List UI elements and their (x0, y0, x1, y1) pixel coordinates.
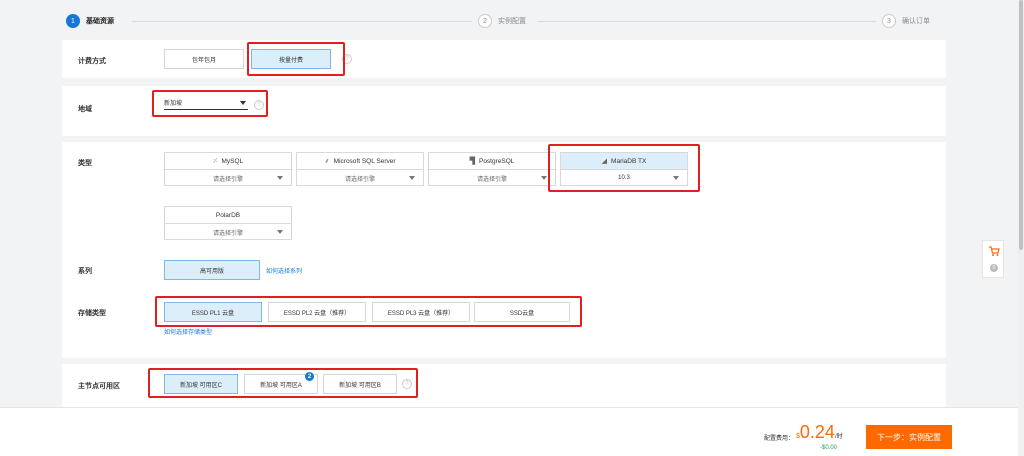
engine-card-polardb[interactable]: PolarDB 请选择引擎 (164, 206, 292, 240)
sqlserver-icon: ⸙ (324, 157, 330, 165)
step-1-number: 1 (66, 14, 80, 28)
series-label: 系列 (78, 268, 92, 275)
storage-help-link[interactable]: 如何选择存储类型 (164, 327, 212, 336)
region-label: 地域 (78, 106, 92, 113)
storage-option-ssd[interactable]: SSD云盘 (474, 302, 570, 322)
price-value: 0.24 (799, 422, 835, 442)
count-badge: 2 (305, 372, 314, 381)
fee-label: 配置费用： (764, 436, 795, 442)
storage-option-essd-pl3[interactable]: ESSD PL3 云盘（推荐） (372, 302, 470, 322)
cart-icon[interactable] (988, 245, 1000, 260)
postgresql-icon: ▜ (469, 158, 475, 165)
mysql-icon: ⸓ (212, 157, 218, 165)
discount-value: -$0.00 (820, 445, 838, 451)
config-panel: 类型 ⸓ MySQL 请选择引擎 ⸙ Microsoft SQL Server 请选… (62, 142, 946, 358)
fee-price: $0.24/时 (796, 422, 843, 443)
storage-option-essd-pl1[interactable]: ESSD PL1 云盘 (164, 302, 262, 322)
chevron-down-icon (277, 176, 283, 180)
engine-card-mysql[interactable]: ⸓ MySQL 请选择引擎 (164, 152, 292, 186)
help-icon[interactable]: ? (342, 54, 352, 64)
scrollbar-thumb[interactable] (1019, 0, 1023, 250)
chevron-down-icon (673, 176, 679, 180)
step-1-label: 基础资源 (86, 18, 114, 25)
engine-name: MariaDB TX (611, 157, 647, 165)
series-help-link[interactable]: 如何选择系列 (266, 266, 302, 275)
chevron-down-icon (277, 230, 283, 234)
price-unit: /时 (834, 434, 843, 440)
step-3: 3 确认订单 (882, 11, 930, 31)
engine-select[interactable]: 请选择引擎 (213, 228, 243, 237)
billing-option-payg[interactable]: 按量付费 (251, 49, 331, 69)
step-divider (538, 21, 876, 22)
engine-select[interactable]: 10.3 (618, 175, 630, 181)
engine-select[interactable]: 请选择引擎 (477, 174, 507, 183)
chevron-down-icon (240, 100, 246, 105)
engine-card-postgresql[interactable]: ▜ PostgreSQL 请选择引擎 (428, 152, 556, 186)
step-2-label: 实例配置 (498, 18, 526, 25)
zone-panel: 主节点可用区 新加坡 可用区C 新加坡 可用区A 2 新加坡 可用区B ? (62, 364, 946, 407)
chevron-down-icon (409, 176, 415, 180)
footer-bar: 配置费用： $0.24/时 -$0.00 下一步：实例配置 (0, 407, 1018, 456)
storage-option-essd-pl2[interactable]: ESSD PL2 云盘（推荐） (268, 302, 366, 322)
series-option-ha[interactable]: 高可用版 (164, 260, 260, 280)
engine-name: Microsoft SQL Server (333, 157, 396, 165)
billing-label: 计费方式 (78, 58, 106, 65)
help-icon[interactable]: ? (402, 379, 412, 389)
step-3-label: 确认订单 (902, 18, 930, 25)
type-label: 类型 (78, 160, 92, 167)
billing-option-subscription[interactable]: 包年包月 (164, 49, 244, 69)
region-select-value: 新加坡 (164, 101, 183, 107)
steps-bar: 1 基础资源 2 实例配置 3 确认订单 (66, 11, 946, 31)
storage-label: 存储类型 (78, 310, 106, 317)
engine-card-mariadb[interactable]: ◢ MariaDB TX 10.3 (560, 152, 688, 186)
step-1: 1 基础资源 (66, 11, 114, 31)
engine-select[interactable]: 请选择引擎 (213, 174, 243, 183)
chevron-down-icon (541, 176, 547, 180)
step-2: 2 实例配置 (478, 11, 526, 31)
floating-cart-widget[interactable]: 0 (982, 240, 1004, 278)
zone-label: 主节点可用区 (78, 383, 120, 390)
engine-select[interactable]: 请选择引擎 (345, 174, 375, 183)
engine-name: MySQL (221, 157, 244, 165)
zone-option-c[interactable]: 新加坡 可用区C (164, 374, 238, 394)
engine-card-sqlserver[interactable]: ⸙ Microsoft SQL Server 请选择引擎 (296, 152, 424, 186)
step-3-number: 3 (882, 14, 896, 28)
cart-count-badge: 0 (990, 264, 998, 272)
mariadb-icon: ◢ (601, 158, 608, 165)
billing-panel: 计费方式 包年包月 按量付费 ? (62, 40, 946, 78)
region-select[interactable]: 新加坡 (164, 96, 248, 110)
next-step-button[interactable]: 下一步：实例配置 (866, 425, 952, 449)
zone-option-b[interactable]: 新加坡 可用区B (323, 374, 397, 394)
engine-name: PolarDB (215, 211, 241, 219)
step-divider (132, 21, 472, 22)
region-panel: 地域 新加坡 ? (62, 86, 946, 136)
help-icon[interactable]: ? (254, 100, 264, 110)
step-2-number: 2 (478, 14, 492, 28)
engine-name: PostgreSQL (478, 157, 515, 165)
